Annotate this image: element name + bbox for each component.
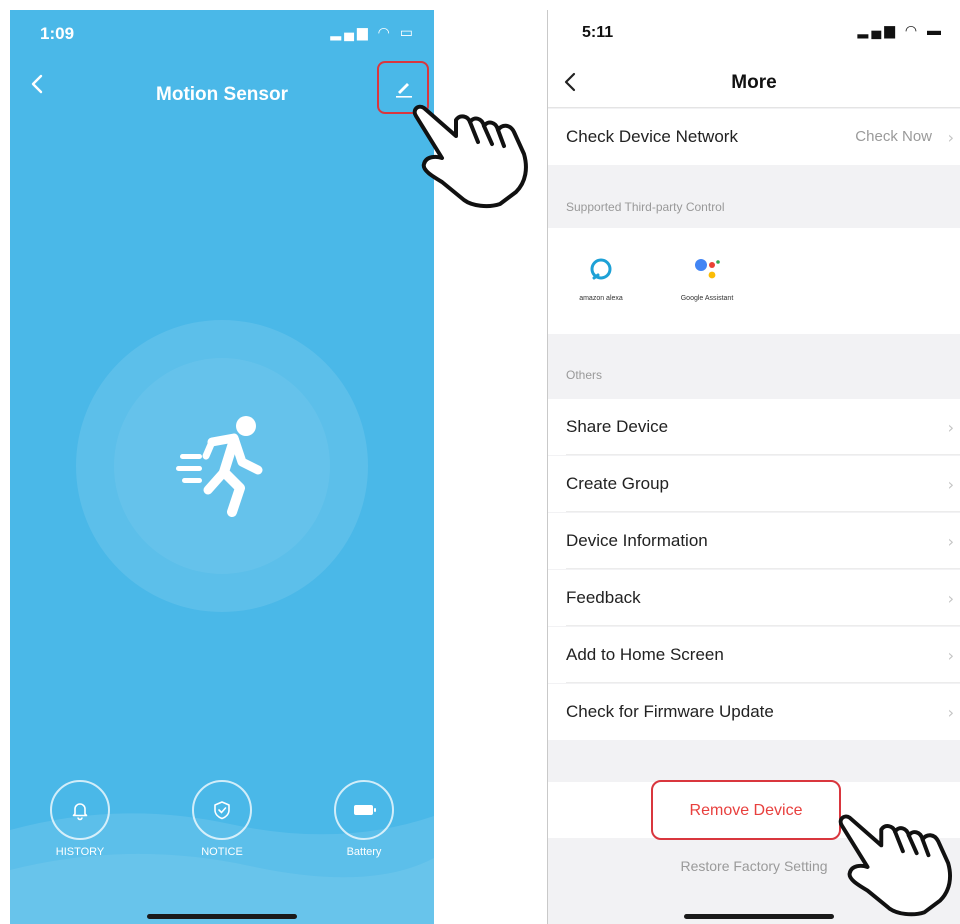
row-label: Device Information [566, 531, 708, 550]
divider [566, 454, 960, 455]
row-label: Feedback [566, 588, 641, 607]
device-information-row[interactable]: Device Information › [548, 513, 960, 569]
status-icons: ▂▄▆ ◠ ▬ [857, 22, 944, 38]
add-to-home-screen-row[interactable]: Add to Home Screen › [548, 627, 960, 683]
google-assistant-label: Google Assistant [680, 295, 734, 302]
chevron-right-icon: › [947, 589, 954, 608]
status-bar: 1:09 ▂▄▆ ◠ ▭ [10, 10, 434, 56]
bell-icon [72, 803, 88, 821]
status-time: 5:11 [582, 24, 614, 41]
alexa-icon [590, 258, 612, 280]
alexa-label: amazon alexa [579, 295, 623, 302]
history-button[interactable] [50, 780, 110, 840]
third-party-list: amazon alexa Google Assistant [548, 228, 960, 334]
status-bar: 5:11 ▂▄▆ ◠ ▬ [548, 10, 960, 56]
motion-sensor-screen: 1:09 ▂▄▆ ◠ ▭ Motion Sensor HISTORY NOTIC… [10, 10, 434, 924]
home-indicator [684, 914, 834, 919]
history-label: HISTORY [55, 846, 105, 858]
chevron-right-icon: › [947, 532, 954, 551]
running-person-icon [176, 416, 263, 517]
page-title: Motion Sensor [156, 84, 288, 105]
navigation-bar: More [548, 56, 960, 108]
notice-button[interactable] [192, 780, 252, 840]
remove-device-button[interactable]: Remove Device [651, 780, 841, 840]
section-header-third-party: Supported Third-party Control [566, 200, 725, 214]
chevron-right-icon: › [947, 418, 954, 437]
divider [566, 682, 960, 683]
feedback-row[interactable]: Feedback › [548, 570, 960, 626]
remove-device-label: Remove Device [689, 802, 803, 819]
battery-label: Battery [346, 846, 382, 858]
row-label: Share Device [566, 417, 669, 436]
home-indicator [147, 914, 297, 919]
divider [566, 625, 960, 626]
divider [566, 568, 960, 569]
google-assistant-icon [695, 259, 720, 279]
check-firmware-update-row[interactable]: Check for Firmware Update › [548, 684, 960, 740]
pointing-hand-icon [412, 104, 528, 209]
google-assistant-option[interactable]: Google Assistant [662, 256, 752, 302]
tutorial-canvas: 1:09 ▂▄▆ ◠ ▭ Motion Sensor HISTORY NOTIC… [0, 0, 960, 924]
chevron-right-icon: › [947, 703, 954, 722]
chevron-right-icon: › [947, 128, 954, 147]
row-label: Check Device Network [566, 127, 738, 146]
notice-label: NOTICE [201, 846, 243, 858]
share-device-row[interactable]: Share Device › [548, 399, 960, 455]
check-now-link[interactable]: Check Now [855, 128, 932, 145]
alexa-option[interactable]: amazon alexa [556, 256, 646, 302]
divider [566, 511, 960, 512]
status-icons: ▂▄▆ ◠ ▭ [330, 24, 416, 40]
page-title: More [731, 72, 777, 93]
status-time: 1:09 [40, 24, 75, 43]
more-settings-screen: 5:11 ▂▄▆ ◠ ▬ More Check Device Network C… [547, 10, 960, 924]
battery-button[interactable] [334, 780, 394, 840]
pointing-hand-icon [838, 814, 952, 917]
battery-icon [354, 805, 376, 815]
chevron-right-icon: › [947, 646, 954, 665]
check-device-network-row[interactable]: Check Device Network Check Now › [548, 109, 960, 165]
shield-icon [214, 801, 230, 820]
row-label: Check for Firmware Update [566, 702, 774, 721]
section-header-others: Others [566, 368, 603, 382]
chevron-right-icon: › [947, 475, 954, 494]
row-label: Create Group [566, 474, 669, 493]
row-label: Add to Home Screen [566, 645, 724, 664]
create-group-row[interactable]: Create Group › [548, 456, 960, 512]
